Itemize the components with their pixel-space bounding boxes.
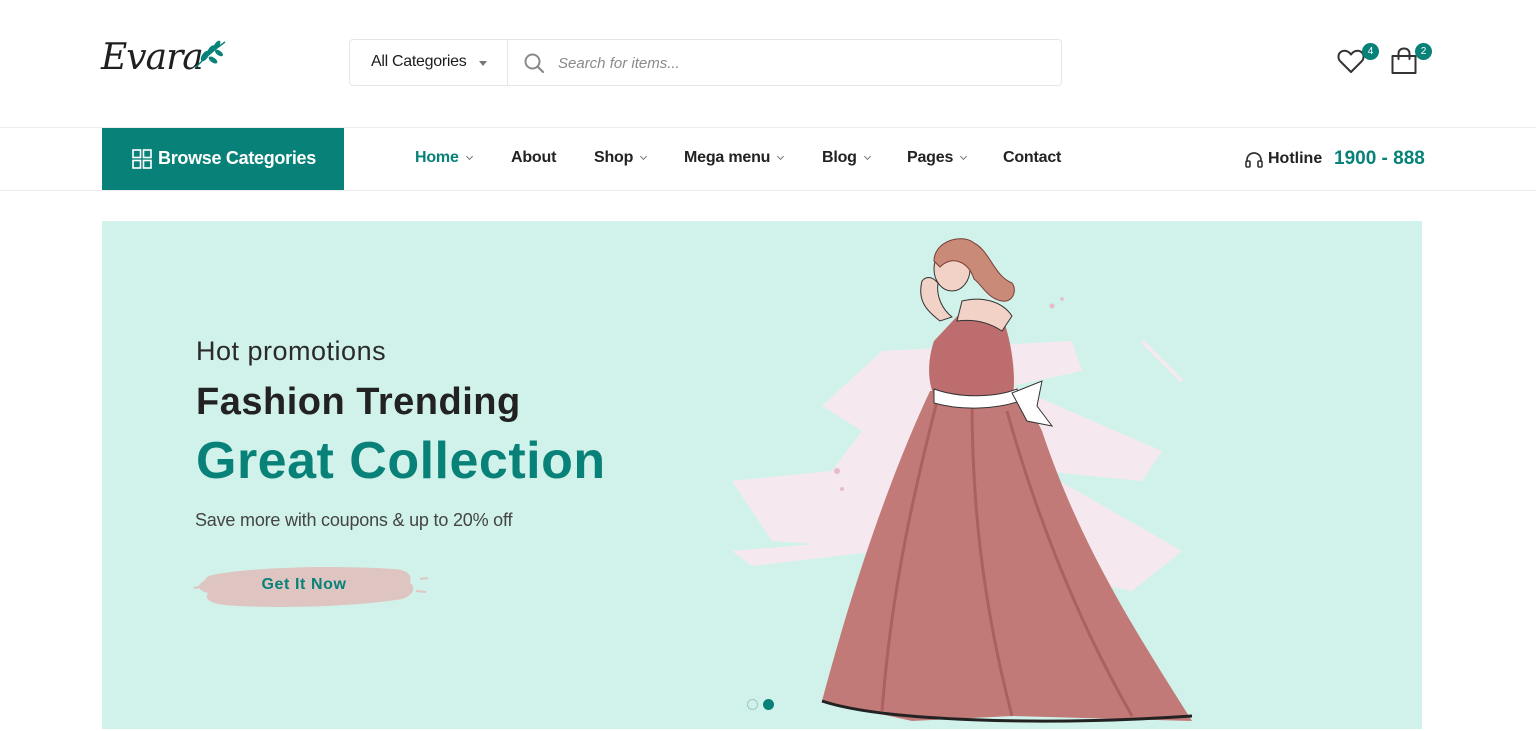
hero-subtitle: Hot promotions — [196, 336, 387, 366]
nav-item-shop[interactable]: Shop — [594, 149, 648, 167]
fashion-model-illustration — [732, 238, 1193, 723]
slide-dot-active[interactable] — [763, 699, 774, 710]
chevron-down-icon — [465, 152, 473, 161]
hero-description: Save more with coupons & up to 20% off — [195, 510, 513, 530]
grid-icon — [132, 149, 152, 169]
hero-title-highlight: Great Collection — [196, 432, 606, 490]
browse-categories-button[interactable]: Browse Categories — [102, 128, 344, 190]
wishlist-count-badge: 4 — [1362, 43, 1379, 60]
category-select-label: All Categories — [371, 53, 467, 70]
nav-item-mega-menu[interactable]: Mega menu — [684, 149, 785, 167]
nav-item-label: Pages — [907, 149, 954, 166]
hero-title: Fashion Trending — [196, 381, 521, 423]
caret-down-icon — [479, 61, 487, 66]
chevron-down-icon — [863, 152, 871, 161]
search-icon[interactable] — [523, 52, 545, 74]
leaf-icon — [194, 40, 226, 69]
browse-categories-label: Browse Categories — [158, 148, 316, 168]
hero-banner: Hot promotions Fashion Trending Great Co… — [102, 221, 1422, 729]
nav-item-blog[interactable]: Blog — [822, 149, 871, 167]
nav-item-label: Shop — [594, 149, 634, 166]
headset-icon — [1245, 152, 1263, 168]
nav-item-contact[interactable]: Contact — [1003, 149, 1061, 167]
brand-logo[interactable]: Evara — [101, 36, 227, 80]
chevron-down-icon — [777, 152, 785, 161]
nav-item-home[interactable]: Home — [415, 149, 473, 167]
search-input[interactable] — [558, 46, 1038, 80]
main-nav: Browse Categories Home About Shop Mega m… — [0, 127, 1536, 191]
nav-item-label: Contact — [1003, 149, 1062, 166]
top-header: Evara All Categories 4 2 — [0, 0, 1536, 127]
nav-item-label: Mega menu — [684, 149, 771, 166]
nav-item-label: Home — [415, 149, 459, 166]
search-bar: All Categories — [349, 39, 1062, 86]
category-select[interactable]: All Categories — [350, 40, 508, 85]
nav-item-label: About — [511, 149, 557, 166]
get-it-now-label: Get It Now — [261, 576, 347, 593]
hotline-label: Hotline — [1268, 150, 1323, 167]
nav-item-label: Blog — [822, 149, 857, 166]
chevron-down-icon — [640, 152, 648, 161]
brand-name: Evara — [101, 37, 204, 78]
get-it-now-button[interactable]: Get It Now — [194, 561, 430, 611]
cart-count-badge: 2 — [1415, 43, 1432, 60]
chevron-down-icon — [960, 152, 968, 161]
hotline-number: 1900 - 888 — [1334, 148, 1425, 169]
nav-item-pages[interactable]: Pages — [907, 149, 968, 167]
nav-item-about[interactable]: About — [511, 149, 556, 167]
slide-dot[interactable] — [747, 699, 758, 710]
